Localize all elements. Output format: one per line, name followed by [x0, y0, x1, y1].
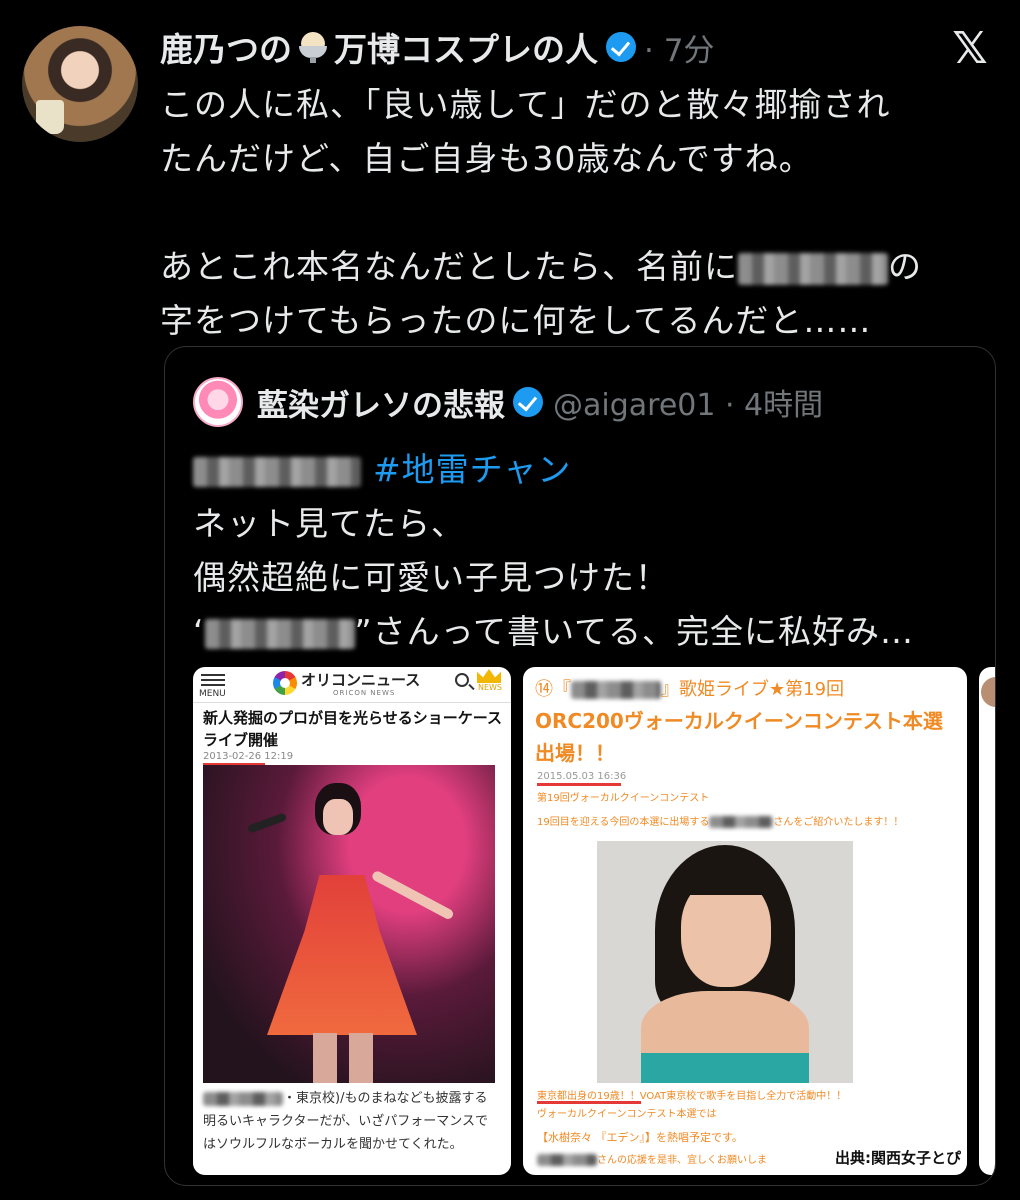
hashtag-link[interactable]: #地雷チャン [373, 450, 571, 489]
orc-title-line: ⑭『 』歌姫ライブ★第19回 [535, 675, 844, 701]
x-logo-icon[interactable]: 𝕏 [946, 26, 994, 72]
source-credit: 出典:関西女子とぴ [835, 1147, 961, 1168]
orc-foot-line: 【水樹奈々 『エデン』】を熱唱予定です。 [537, 1131, 743, 1144]
quoted-line: 偶然超絶に可愛い子見つけた！ [193, 558, 669, 597]
caption-line-text: ・東京校)/ものまねなども披露する [283, 1091, 488, 1106]
tweet-header: 鹿乃つの 万博コスプレの人 · 7分 [160, 22, 714, 72]
orc-foot-text: さんの応援を是非、宜しくお願いしま [597, 1155, 767, 1166]
media-thumb-peek [981, 677, 995, 707]
hamburger-menu-icon [201, 671, 225, 689]
tweet-line: たんだけど、自ご自身も30歳なんですね。 [160, 139, 813, 178]
tweet-line: あとこれ本名なんだとしたら、名前に の [160, 240, 980, 294]
avatar-cup [36, 100, 64, 134]
redacted-text [203, 1091, 283, 1106]
singer-arm [370, 869, 455, 921]
oricon-date: 2013-02-26 12:19 [203, 751, 294, 762]
quoted-line: ネット見てたら、 [193, 504, 465, 543]
caption-line: ・東京校)/ものまねなども披露する [203, 1087, 503, 1110]
redacted-text [193, 456, 361, 487]
orc-foot-line: さんの応援を是非、宜しくお願いしま [537, 1151, 767, 1166]
quoted-text: #地雷チャン ネット見てたら、 偶然超絶に可愛い子見つけた！ ‘ ”さんって書いて… [193, 443, 983, 659]
orc-title-main: ORC200ヴォーカルクイーンコンテスト本選出場！！ [535, 709, 943, 765]
quoted-author-avatar[interactable] [193, 377, 243, 427]
sundae-emoji-icon [296, 30, 330, 64]
quoted-line: #地雷チャン [193, 443, 983, 497]
contestant-bangs [677, 865, 775, 895]
quoted-line-text: ”さんって書いてる、完全に私好み… [354, 612, 914, 651]
redacted-text [709, 816, 774, 828]
oricon-headline: 新人発掘のプロが目を光らせるショーケースライブ開催 [203, 709, 502, 749]
tweet-line: 字をつけてもらったのに何をしてるんだと…… [160, 301, 872, 340]
author-name-suffix[interactable]: 万博コスプレの人 [334, 23, 598, 71]
microphone-icon [246, 812, 288, 834]
media-image-next[interactable] [979, 667, 995, 1175]
verified-badge-icon [606, 32, 636, 62]
quoted-handle-time[interactable]: @aigare01 · 4時間 [553, 380, 823, 424]
menu-label: MENU [199, 689, 226, 699]
news-label: NEWS [477, 683, 503, 692]
orc-title-suffix: 』歌姫ライブ★第19回 [661, 679, 845, 700]
caption-line: はソウルフルなボーカルを聞かせてくれた。 [203, 1137, 463, 1152]
orc-intro-text: さんをご紹介いたします！！ [773, 817, 904, 828]
oricon-brand: オリコンニュース [301, 671, 421, 689]
tweet-line: この人に私、「良い歳して」だのと散々揶揄され [160, 85, 891, 124]
quoted-line: ‘ ”さんって書いてる、完全に私好み… [193, 605, 983, 659]
contestant-photo [597, 841, 853, 1083]
contestant-top [641, 1053, 809, 1083]
orc-date: 2015.05.03 16:36 [537, 771, 627, 782]
singer-photo [203, 765, 495, 1083]
singer-legs [313, 1033, 373, 1083]
red-underline [537, 1101, 641, 1104]
orc-subheading: 第19回ヴォーカルクイーンコンテスト [537, 793, 710, 804]
oricon-header: MENU オリコンニュース ORICON NEWS NEWS [193, 667, 511, 703]
tweet-line-text: の [888, 247, 922, 286]
media-image-orc200[interactable]: ⑭『 』歌姫ライブ★第19回 ORC200ヴォーカルクイーンコンテスト本選出場！！… [523, 667, 967, 1175]
singer-dress [267, 875, 417, 1035]
redacted-text [204, 618, 355, 649]
redacted-text [738, 252, 888, 285]
search-icon [455, 673, 469, 687]
quoted-tweet[interactable]: 藍染ガレソの悲報 @aigare01 · 4時間 #地雷チャン ネット見てたら、… [164, 346, 996, 1186]
orc-foot-line: 東京都出身の19歳！！VOAT東京校で歌手を目指し全力で活動中！！ [537, 1091, 847, 1102]
tweet-time[interactable]: · 7分 [644, 25, 714, 70]
crown-icon: NEWS [477, 669, 503, 699]
orc-intro: 19回目を迎える今回の本選に出場する さんをご紹介いたします！！ [537, 813, 903, 828]
quoted-header: 藍染ガレソの悲報 @aigare01 · 4時間 [257, 377, 823, 427]
author-name[interactable]: 鹿乃つの [160, 23, 292, 71]
oricon-brand-sub: ORICON NEWS [333, 689, 396, 697]
media-image-oricon[interactable]: MENU オリコンニュース ORICON NEWS NEWS 新人発掘のプロが目… [193, 667, 511, 1175]
red-underline [537, 783, 621, 786]
author-avatar[interactable] [22, 26, 138, 142]
caption-line: 明るいキャラクターだが、いざパフォーマンスで [203, 1114, 488, 1129]
oricon-logo-icon [273, 671, 297, 695]
redacted-text [537, 1154, 597, 1166]
quoted-author-name[interactable]: 藍染ガレソの悲報 [257, 380, 505, 425]
tweet-line [160, 186, 980, 240]
orc-intro-text: 19回目を迎える今回の本選に出場する [537, 817, 710, 828]
verified-badge-icon [513, 387, 543, 417]
oricon-caption: ・東京校)/ものまねなども披露する 明るいキャラクターだが、いざパフォーマンスで… [203, 1087, 503, 1156]
quote-mark: ‘ [193, 612, 205, 651]
singer-face [323, 799, 353, 835]
tweet-text: この人に私、「良い歳して」だのと散々揶揄され たんだけど、自ご自身も30歳なんで… [160, 78, 980, 348]
tweet-line-text: あとこれ本名なんだとしたら、名前に [160, 247, 738, 286]
orc-title-prefix: ⑭『 [535, 679, 571, 700]
orc-foot-line: ヴォーカルクイーンコンテスト本選では [537, 1109, 717, 1120]
redacted-text [571, 681, 661, 699]
